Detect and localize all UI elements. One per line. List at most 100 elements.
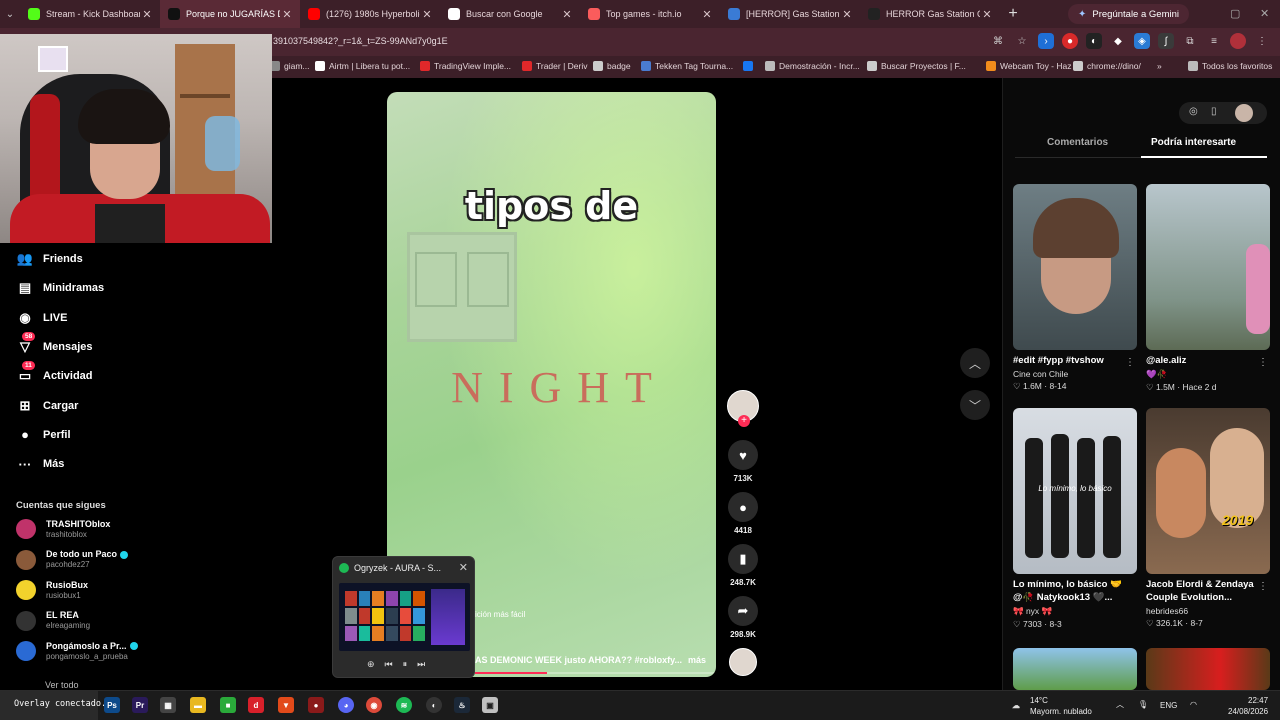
sidebar-item-actividad[interactable]: ▭ 11 Actividad (16, 361, 93, 386)
url-text[interactable]: 391037549842?_r=1&_t=ZS-99ANd7y0g1E (273, 36, 448, 46)
recommended-video-card[interactable]: @ale.aliz ⋮ 💜🥀 ♡ 1.5M · Hace 2 d (1146, 184, 1270, 393)
translate-icon[interactable]: ⌘ (990, 33, 1006, 49)
recommended-video-card[interactable] (1013, 648, 1137, 690)
bookmark-item[interactable]: TradingView Imple... (420, 61, 511, 71)
sidebar-item-mensajes[interactable]: ▽ 58 Mensajes (16, 331, 93, 357)
followed-account[interactable]: RusioBux rusiobux1 (16, 577, 88, 603)
language-indicator[interactable]: ENG (1160, 700, 1177, 711)
bookmark-item[interactable] (743, 61, 757, 71)
chrome-icon[interactable]: ◉ (366, 697, 382, 713)
browser-menu-icon[interactable]: ⋮ (1254, 33, 1270, 49)
previous-video-button[interactable]: ︿ (960, 348, 990, 378)
followed-account[interactable]: EL REA elreagaming (16, 608, 90, 634)
phone-icon[interactable]: ▯ (1211, 106, 1217, 117)
bookmark-star-icon[interactable]: ☆ (1014, 33, 1030, 49)
window-maximize-icon[interactable]: ▢ (1230, 7, 1240, 20)
tab-close-icon[interactable]: ✕ (280, 8, 294, 21)
followed-account[interactable]: Pongámoslo a Pr... pongamoslo_a_prueba (16, 638, 138, 664)
follow-plus-icon[interactable]: + (738, 415, 750, 427)
tab-comentarios[interactable]: Comentarios (1047, 137, 1108, 148)
creator-avatar-button[interactable]: + (727, 390, 759, 427)
followed-account[interactable]: TRASHITOblox trashitoblox (16, 516, 110, 542)
extension-icon[interactable]: › (1038, 33, 1054, 49)
obs-icon[interactable]: ◐ (426, 697, 442, 713)
save-button[interactable]: ▮ 248.7K (727, 544, 759, 587)
all-bookmarks-button[interactable]: Todos los favoritos (1188, 61, 1272, 71)
browser-tab[interactable]: (1276) 1980s Hyperbolic R✕ (300, 0, 440, 28)
bookmark-item[interactable]: Webcam Toy - Haz f... (986, 61, 1083, 71)
browser-tab[interactable]: Stream - Kick Dashboard ✕ (20, 0, 160, 28)
discord-icon[interactable]: ◕ (338, 697, 354, 713)
share-button[interactable]: ➦ 298.9K (727, 596, 759, 639)
tab-close-icon[interactable]: ✕ (140, 8, 154, 21)
settings-icon[interactable]: ◎ (1189, 106, 1198, 117)
spotify-previous-icon[interactable]: ⏮ (385, 659, 393, 670)
recommended-video-card[interactable]: #edit #fypp #tvshow ⋮ Cine con Chile ♡ 1… (1013, 184, 1137, 392)
extension-icon[interactable]: ● (1062, 33, 1078, 49)
extension-icon[interactable]: ◐ (1086, 33, 1102, 49)
spotify-taskbar-icon[interactable]: ≋ (396, 697, 412, 713)
browser-tab[interactable]: Top games - itch.io ✕ (580, 0, 720, 28)
extension-icon[interactable]: ◈ (1134, 33, 1150, 49)
see-all-link[interactable]: Ver todo (45, 680, 79, 690)
brave-icon[interactable]: ▼ (278, 697, 294, 713)
video-progress-bar[interactable] (475, 672, 716, 674)
window-close-icon[interactable]: ✕ (1260, 7, 1269, 20)
sidebar-item-cargar[interactable]: ⊞ Cargar (16, 396, 79, 416)
browser-tab[interactable]: Porque no JUGARÍAS DEMO✕ (160, 0, 300, 28)
tab-close-icon[interactable]: ✕ (840, 8, 854, 21)
recommended-video-card[interactable]: 2019 Jacob Elordi & Zendaya Couple Evolu… (1146, 408, 1270, 629)
sidebar-item-live[interactable]: ◉ LIVE (16, 308, 67, 328)
premiere-icon[interactable]: Pr (132, 697, 148, 713)
app-icon[interactable]: ▣ (482, 697, 498, 713)
store-icon[interactable]: ▦ (160, 697, 176, 713)
browser-tab[interactable]: Buscar con Google ✕ (440, 0, 580, 28)
spotify-mini-player[interactable]: Ogryzek - AURA - S... ✕ ⊕ ⏮ ⏸ ⏭ (332, 556, 475, 678)
tab-close-icon[interactable]: ✕ (700, 8, 714, 21)
more-options-icon[interactable]: ⋮ (1125, 357, 1135, 368)
user-avatar[interactable] (1235, 104, 1253, 122)
sidebar-item-friends[interactable]: 👥 Friends (16, 249, 83, 269)
spotify-add-icon[interactable]: ⊕ (367, 659, 375, 670)
browser-tab[interactable]: [HERROR] Gas Station Cas✕ (720, 0, 860, 28)
app-icon[interactable]: d (248, 697, 264, 713)
recommended-video-card[interactable] (1146, 648, 1270, 690)
microphone-icon[interactable]: 🎙 (1138, 699, 1148, 710)
bookmark-item[interactable]: Trader | Deriv (522, 61, 588, 71)
recommended-video-card[interactable]: Lo mínimo, lo básico Lo mínimo, lo básic… (1013, 408, 1137, 630)
bookmark-item[interactable]: Airtm | Libera tu pot... (315, 61, 410, 71)
sidebar-item-perfil[interactable]: ● Perfil (16, 425, 70, 445)
extensions-puzzle-icon[interactable]: ⧉ (1182, 33, 1198, 49)
steam-icon[interactable]: ♨ (454, 697, 470, 713)
extension-icon[interactable]: ◆ (1110, 33, 1126, 49)
gemini-button[interactable]: ✦ Pregúntale a Gemini (1068, 4, 1189, 24)
tab-podria-interesarte[interactable]: Podría interesarte (1151, 137, 1236, 148)
next-video-button[interactable]: ﹀ (960, 390, 990, 420)
bookmark-item[interactable]: Tekken Tag Tourna... (641, 61, 733, 71)
weather-widget[interactable]: 14°C Mayorm. nublado (1030, 695, 1092, 717)
video-more-link[interactable]: más (688, 655, 706, 665)
bookmark-item[interactable]: Buscar Proyectos | F... (867, 61, 966, 71)
more-options-icon[interactable]: ⋮ (1258, 581, 1268, 592)
spotify-next-icon[interactable]: ⏭ (417, 659, 425, 670)
sound-disc-button[interactable] (727, 648, 759, 676)
wifi-icon[interactable]: ◠ (1190, 699, 1197, 710)
tab-search-icon[interactable]: ⌄ (0, 0, 20, 28)
browser-tab[interactable]: HERROR Gas Station Case✕ (860, 0, 1000, 28)
file-explorer-icon[interactable]: ▬ (190, 697, 206, 713)
app-icon[interactable]: ● (308, 697, 324, 713)
media-control-icon[interactable]: ≡ (1206, 33, 1222, 49)
photoshop-icon[interactable]: Ps (104, 697, 120, 713)
comment-button[interactable]: ● 4418 (727, 492, 759, 535)
sidebar-item-minidramas[interactable]: ▤ Minidramas (16, 278, 104, 298)
tab-close-icon[interactable]: ✕ (560, 8, 574, 21)
tab-close-icon[interactable]: ✕ (980, 8, 994, 21)
bookmark-item[interactable]: giam... (270, 61, 310, 71)
followed-account[interactable]: De todo un Paco pacohdez27 (16, 547, 129, 573)
sidebar-item-más[interactable]: ··· Más (16, 454, 65, 474)
extension-icon[interactable]: ∫ (1158, 33, 1174, 49)
minecraft-icon[interactable]: ■ (220, 697, 236, 713)
like-button[interactable]: ♥ 713K (727, 440, 759, 483)
bookmark-item[interactable]: Demostración - Incr... (765, 61, 860, 71)
spotify-close-button[interactable]: ✕ (459, 561, 468, 574)
